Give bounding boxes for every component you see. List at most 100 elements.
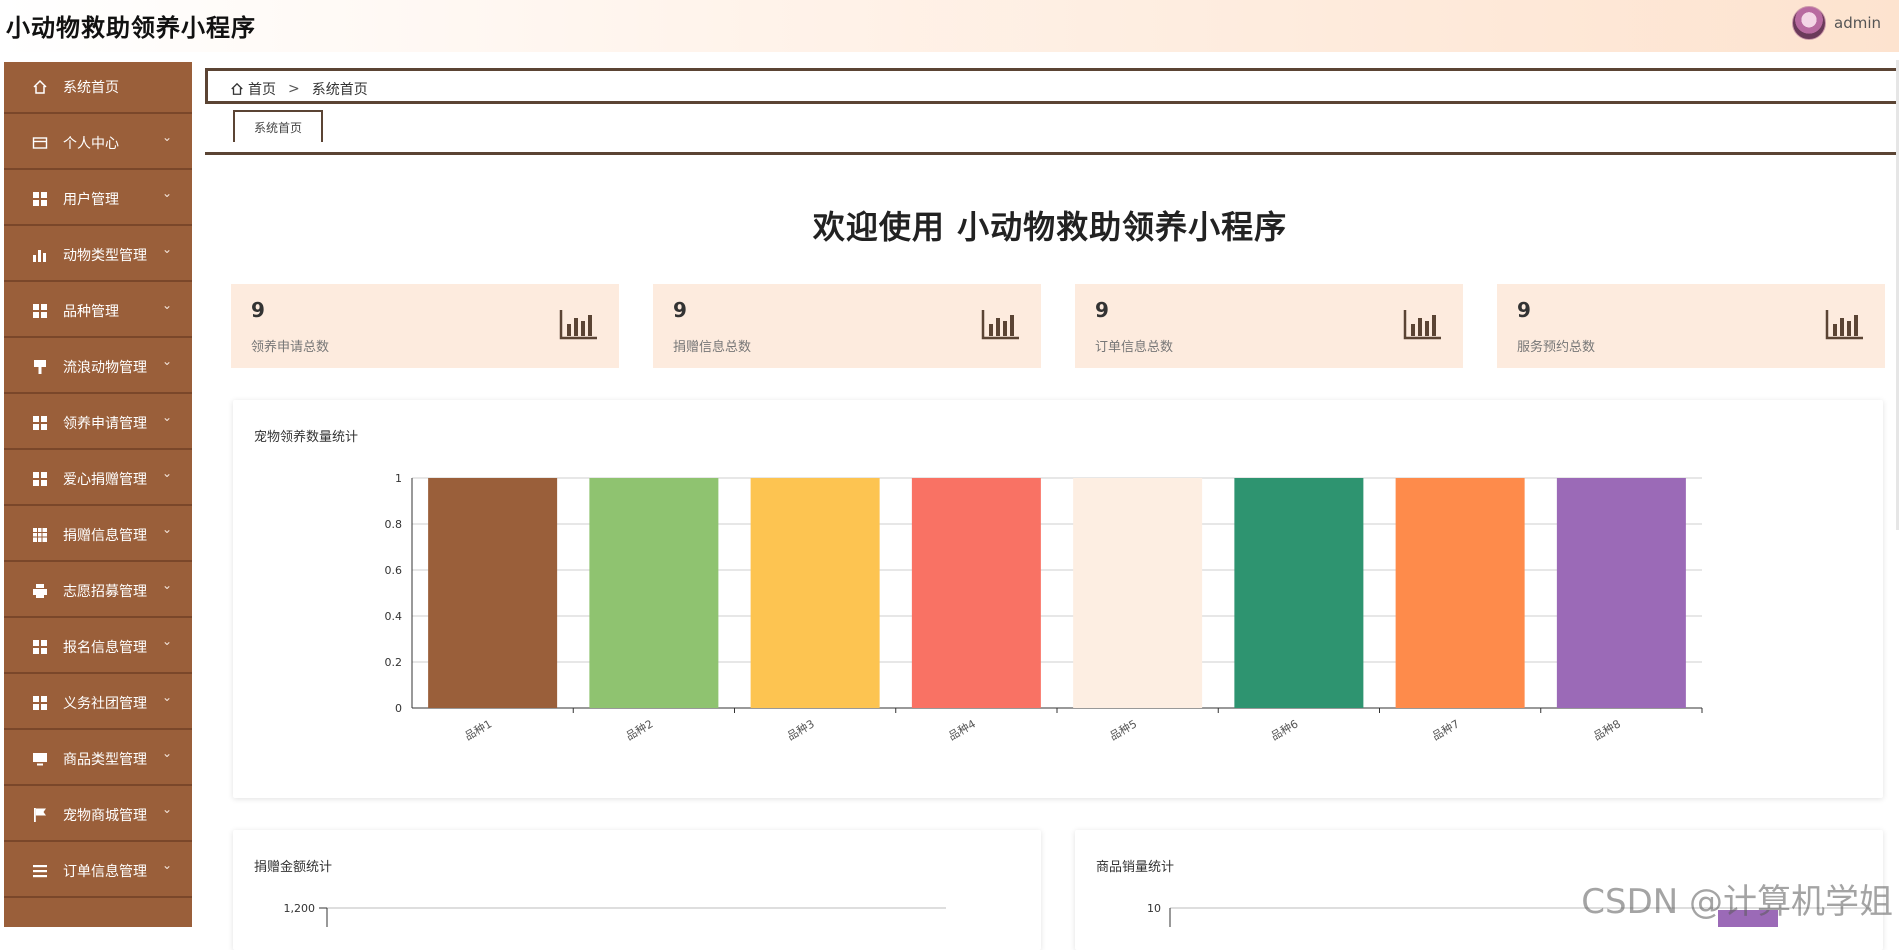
- y-tick-label: 0: [395, 702, 402, 715]
- user-name[interactable]: admin: [1834, 14, 1881, 32]
- printer-icon: [32, 583, 48, 599]
- sidebar: 系统首页 个人中心 ⌄ 用户管理 ⌄ 动物类型管理 ⌄ 品种管理 ⌄ 流浪动物管理 ⌄ 领养申请管理 ⌄…: [4, 62, 192, 927]
- chevron-down-icon: ⌄: [162, 802, 173, 816]
- grid-icon: [32, 471, 48, 487]
- sidebar-item[interactable]: 捐赠信息管理 ⌄: [4, 510, 192, 562]
- bar: [1073, 478, 1203, 708]
- y-tick-label: 0.8: [385, 518, 403, 531]
- grid-icon: [32, 695, 48, 711]
- user-menu[interactable]: admin: [1792, 6, 1881, 40]
- y-tick-label: 10: [1147, 902, 1161, 915]
- stat-label: 领养申请总数: [251, 340, 330, 355]
- sidebar-item-label: 动物类型管理: [63, 248, 147, 264]
- bar: [750, 478, 880, 708]
- bar: [1395, 478, 1525, 708]
- sidebar-item[interactable]: 系统首页: [4, 62, 192, 114]
- flag-icon: [32, 807, 48, 823]
- chevron-down-icon: ⌄: [162, 690, 173, 704]
- brush-icon: [32, 359, 48, 375]
- sidebar-item[interactable]: 爱心捐赠管理 ⌄: [4, 454, 192, 506]
- chevron-down-icon: ⌄: [162, 298, 173, 312]
- sidebar-item[interactable]: 报名信息管理 ⌄: [4, 622, 192, 674]
- tab-home[interactable]: 系统首页: [233, 110, 323, 142]
- sidebar-item[interactable]: 领养申请管理 ⌄: [4, 398, 192, 450]
- breadcrumb-current: 系统首页: [311, 82, 368, 98]
- bar: [911, 478, 1041, 708]
- sidebar-item[interactable]: 流浪动物管理 ⌄: [4, 342, 192, 394]
- breadcrumb: 首页 > 系统首页: [205, 68, 1899, 104]
- y-tick-label: 1: [395, 472, 402, 485]
- sidebar-item-label: 志愿招募管理: [63, 584, 147, 600]
- stat-value: 9: [1517, 298, 1531, 322]
- x-tick-label: 品种3: [785, 716, 817, 743]
- bar-chart-icon: [1825, 310, 1863, 340]
- bar-chart-icon: [981, 310, 1019, 340]
- sidebar-item[interactable]: 商品类型管理 ⌄: [4, 734, 192, 786]
- stat-label: 服务预约总数: [1517, 340, 1596, 355]
- donation-chart-panel: 捐赠金额统计 1,200: [233, 830, 1041, 950]
- home-icon: [32, 79, 48, 95]
- adoption-chart-panel: 宠物领养数量统计 0 0.2 0.4 0.6 0.8 1 品种1 品种2 品种3 品种4 品种5 品种…: [233, 400, 1883, 798]
- sidebar-item[interactable]: 订单信息管理 ⌄: [4, 846, 192, 898]
- tabs-bar: 系统首页: [205, 108, 1899, 155]
- stat-value: 9: [1095, 298, 1109, 322]
- y-tick-label: 0.2: [385, 656, 403, 669]
- chevron-down-icon: ⌄: [162, 130, 173, 144]
- welcome-heading: 欢迎使用 小动物救助领养小程序: [812, 208, 1288, 246]
- chevron-down-icon: ⌄: [162, 746, 173, 760]
- stat-card-orders: 9 订单信息总数: [1075, 284, 1463, 368]
- stat-card-donation: 9 捐赠信息总数: [653, 284, 1041, 368]
- bar-chart-icon: [1403, 310, 1441, 340]
- sidebar-item[interactable]: 义务社团管理 ⌄: [4, 678, 192, 730]
- table-icon: [32, 527, 48, 543]
- bar: [1556, 478, 1686, 708]
- sidebar-item-label: 报名信息管理: [63, 640, 147, 656]
- monitor-icon: [32, 751, 48, 767]
- chevron-down-icon: ⌄: [162, 578, 173, 592]
- sidebar-item-label: 领养申请管理: [63, 416, 147, 432]
- list-icon: [32, 863, 48, 879]
- adoption-bar-chart: 0 0.2 0.4 0.6 0.8 1 品种1 品种2 品种3 品种4 品种5 品种6 品种7 品种8: [385, 472, 1703, 743]
- sidebar-item[interactable]: 品种管理 ⌄: [4, 286, 192, 338]
- top-header: 小动物救助领养小程序 admin: [0, 0, 1899, 52]
- chevron-down-icon: ⌄: [162, 410, 173, 424]
- x-tick-label: 品种4: [946, 716, 978, 743]
- sidebar-item-label: 商品类型管理: [63, 752, 147, 768]
- y-tick-label: 0.4: [385, 610, 403, 623]
- bar: [1234, 478, 1364, 708]
- sidebar-item-label: 订单信息管理: [63, 864, 147, 880]
- grid-icon: [32, 303, 48, 319]
- chevron-down-icon: ⌄: [162, 186, 173, 200]
- sidebar-item-label: 品种管理: [63, 304, 119, 320]
- stat-card-adoption: 9 领养申请总数: [231, 284, 619, 368]
- home-icon: [231, 82, 243, 95]
- sidebar-item-label: 爱心捐赠管理: [63, 472, 147, 488]
- bar: [428, 478, 558, 708]
- chevron-down-icon: ⌄: [162, 522, 173, 536]
- sidebar-item-label: 个人中心: [63, 136, 119, 152]
- avatar[interactable]: [1792, 6, 1826, 40]
- sidebar-item[interactable]: 个人中心 ⌄: [4, 118, 192, 170]
- x-tick-label: 品种1: [462, 716, 494, 743]
- bar-chart-icon: [32, 247, 48, 263]
- x-tick-label: 品种8: [1591, 716, 1623, 743]
- chevron-down-icon: ⌄: [162, 466, 173, 480]
- grid-icon: [32, 639, 48, 655]
- x-tick-label: 品种7: [1430, 716, 1462, 743]
- stat-value: 9: [251, 298, 265, 322]
- breadcrumb-home-link[interactable]: 首页: [248, 79, 276, 99]
- bar: [589, 478, 719, 708]
- watermark: CSDN @计算机学姐: [1581, 882, 1893, 922]
- sidebar-item-label: 宠物商城管理: [63, 808, 147, 824]
- sidebar-item[interactable]: 志愿招募管理 ⌄: [4, 566, 192, 618]
- y-tick-label: 1,200: [284, 902, 316, 915]
- x-tick-label: 品种6: [1268, 716, 1300, 743]
- donation-line-chart: 1,200: [284, 902, 946, 927]
- stat-label: 捐赠信息总数: [673, 340, 752, 355]
- app-title: 小动物救助领养小程序: [6, 14, 256, 42]
- stat-card-appointments: 9 服务预约总数: [1497, 284, 1885, 368]
- x-tick-label: 品种5: [1107, 716, 1139, 743]
- sidebar-item[interactable]: 宠物商城管理 ⌄: [4, 790, 192, 842]
- card-icon: [32, 135, 48, 151]
- y-tick-label: 0.6: [385, 564, 403, 577]
